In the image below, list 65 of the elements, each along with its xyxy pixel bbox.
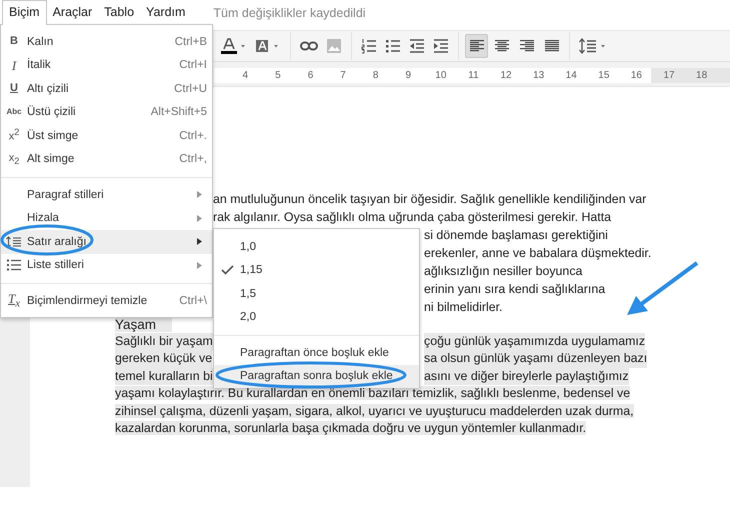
format-icon: x$^{2}$ (8, 128, 20, 144)
ruler-number: 10 (434, 69, 448, 83)
submenu-arrow-icon (197, 191, 202, 198)
text-line: si dönemde başlaması gerektiğini (424, 228, 608, 242)
menu-item[interactable]: Paragraf stilleri (1, 183, 212, 206)
menu-item[interactable]: 1,5 (214, 282, 419, 306)
ruler-number: 17 (662, 69, 676, 83)
ruler-number: 14 (564, 69, 578, 83)
menu-item[interactable]: 2,0 (214, 306, 419, 329)
menu-item[interactable]: 1,0 (214, 235, 419, 258)
menu-item[interactable]: U Altı çizili Ctrl+U (1, 77, 212, 100)
menu-item[interactable]: x$_{2}$ Alt simge Ctrl+, (1, 148, 212, 171)
text-line: an mutluluğunun öncelik taşıyan bir öğesidir. Sağlık genellikle kendiliğinden var (213, 192, 646, 206)
text-line: rak algılanır. Oysa sağlıklı olma uğrunda çaba gösterilmesi gerekir. Hatta (213, 210, 612, 224)
ruler-number: 16 (630, 69, 643, 83)
text-line: ni bilmelidirler. (424, 300, 502, 314)
menu-item[interactable]: I İtalik Ctrl+I (1, 54, 212, 77)
align-left-button[interactable] (465, 34, 488, 58)
ruler-number: 5 (274, 69, 282, 83)
ruler-number: 9 (404, 69, 412, 83)
text-line: erekenler, anne ve babalara düşmektedir. (424, 246, 652, 260)
format-icon: B (10, 36, 18, 48)
format-icon: U (10, 83, 18, 94)
menu-item[interactable]: Hizala (1, 206, 212, 230)
list-icon (7, 259, 21, 272)
ruler-number: 18 (695, 69, 708, 83)
menu-item[interactable]: Abc Üstü çizili Alt+Shift+5 (1, 100, 212, 124)
menu-item[interactable]: T$_{x}$ Biçimlendirmeyi temizle Ctrl+\ (1, 289, 212, 312)
submenu-arrow-icon (197, 214, 202, 222)
text-line: ağlıksızlığın nesiller boyunca (424, 264, 582, 278)
align-right-icon (520, 40, 534, 52)
submenu-arrow-icon (197, 238, 202, 245)
ruler-number: 11 (467, 69, 480, 83)
text-line: erinin yanı sıra kendi sağlıklarına (424, 282, 606, 296)
menu-tab[interactable]: Yardım (140, 0, 192, 25)
menu-item[interactable]: 1,15 (214, 258, 419, 282)
ruler-number: 4 (242, 69, 250, 83)
ruler-number: 7 (339, 69, 347, 83)
align-center-icon (494, 40, 508, 52)
ruler-number: 12 (499, 69, 513, 83)
menu-item[interactable]: Paragraftan önce boşluk ekle (214, 341, 419, 364)
line-spacing-icon (579, 38, 607, 54)
format-icon: I (12, 58, 16, 72)
ruler-number: 6 (306, 69, 314, 83)
format-icon: T$_{x}$ (8, 292, 20, 310)
ruler-number: 8 (372, 69, 380, 83)
submenu-arrow-icon (197, 262, 202, 268)
ruler-number: 15 (597, 69, 610, 83)
highlight-color-icon (255, 38, 281, 54)
align-left-icon (470, 40, 484, 52)
save-status: Tüm değişiklikler kaydedildi (213, 6, 366, 20)
menu-item[interactable]: x$^{2}$ Üst simge Ctrl+. (1, 124, 212, 148)
format-icon: x$_{2}$ (8, 152, 20, 166)
ruler-number: 13 (532, 69, 546, 83)
arrow-annotation (627, 261, 698, 315)
heading-text: Yaşam (115, 317, 172, 332)
menu-tab[interactable]: Biçim (2, 0, 47, 25)
line-spacing-icon (6, 236, 22, 248)
menu-tab[interactable]: Tablo (98, 0, 140, 25)
justify-icon (544, 40, 558, 52)
text-color-icon (221, 38, 247, 54)
menu-item[interactable]: Satır aralığı (1, 230, 212, 254)
menu-tab[interactable]: Araçlar (46, 0, 98, 25)
menu-item[interactable]: Liste stilleri (1, 254, 212, 277)
format-icon: Abc (6, 108, 22, 116)
